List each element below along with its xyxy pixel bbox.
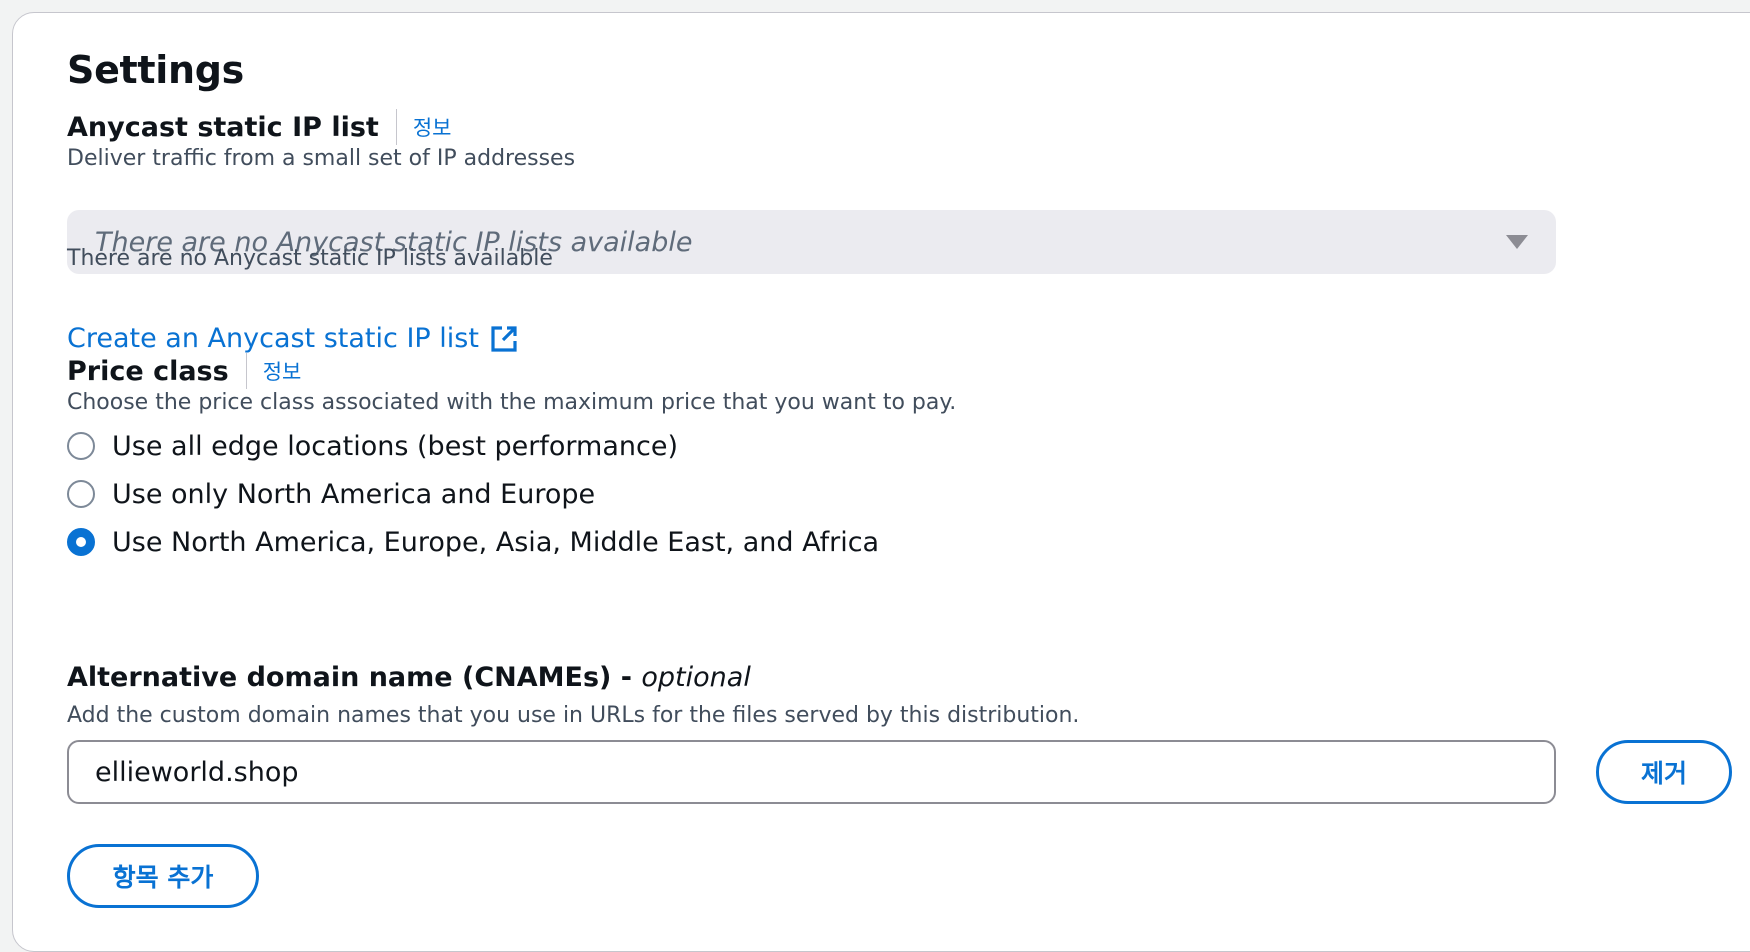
- cname-optional-tag: optional: [641, 661, 751, 693]
- create-anycast-link[interactable]: Create an Anycast static IP list: [67, 323, 519, 354]
- remove-button[interactable]: 제거: [1596, 740, 1732, 804]
- label-divider: [245, 353, 247, 389]
- add-item-button[interactable]: 항목 추가: [67, 844, 259, 908]
- radio-button-selected[interactable]: [67, 528, 95, 556]
- cname-description: Add the custom domain names that you use…: [67, 703, 1080, 728]
- anycast-label-row: Anycast static IP list 정보: [67, 109, 451, 145]
- section-title: Settings: [67, 48, 244, 92]
- cname-label-separator: -: [611, 661, 642, 693]
- anycast-helper-text: There are no Anycast static IP lists ava…: [67, 246, 553, 271]
- price-option-na-europe[interactable]: Use only North America and Europe: [67, 476, 595, 512]
- cname-label-row: Alternative domain name (CNAMEs) - optio…: [67, 659, 751, 695]
- radio-label: Use North America, Europe, Asia, Middle …: [112, 526, 880, 558]
- anycast-info-link[interactable]: 정보: [413, 112, 452, 142]
- price-class-info-link[interactable]: 정보: [263, 356, 302, 386]
- price-class-label: Price class: [67, 355, 229, 387]
- radio-label: Use only North America and Europe: [112, 478, 596, 510]
- anycast-description: Deliver traffic from a small set of IP a…: [67, 146, 576, 171]
- caret-down-icon: [1506, 235, 1528, 249]
- price-option-all-edge[interactable]: Use all edge locations (best performance…: [67, 428, 678, 464]
- price-class-label-row: Price class 정보: [67, 353, 301, 389]
- price-option-na-eu-asia-me-africa[interactable]: Use North America, Europe, Asia, Middle …: [67, 524, 879, 560]
- radio-button[interactable]: [67, 432, 95, 460]
- radio-button[interactable]: [67, 480, 95, 508]
- external-link-icon: [489, 324, 519, 354]
- label-divider: [395, 109, 397, 145]
- radio-label: Use all edge locations (best performance…: [112, 430, 678, 462]
- price-class-description: Choose the price class associated with t…: [67, 390, 957, 415]
- cname-label: Alternative domain name (CNAMEs) - optio…: [67, 662, 751, 693]
- cname-input[interactable]: [67, 740, 1556, 804]
- anycast-label: Anycast static IP list: [67, 111, 379, 143]
- cname-label-text: Alternative domain name (CNAMEs): [67, 661, 612, 693]
- create-anycast-link-label: Create an Anycast static IP list: [67, 323, 479, 354]
- settings-panel: Settings Anycast static IP list 정보 Deliv…: [12, 12, 1750, 952]
